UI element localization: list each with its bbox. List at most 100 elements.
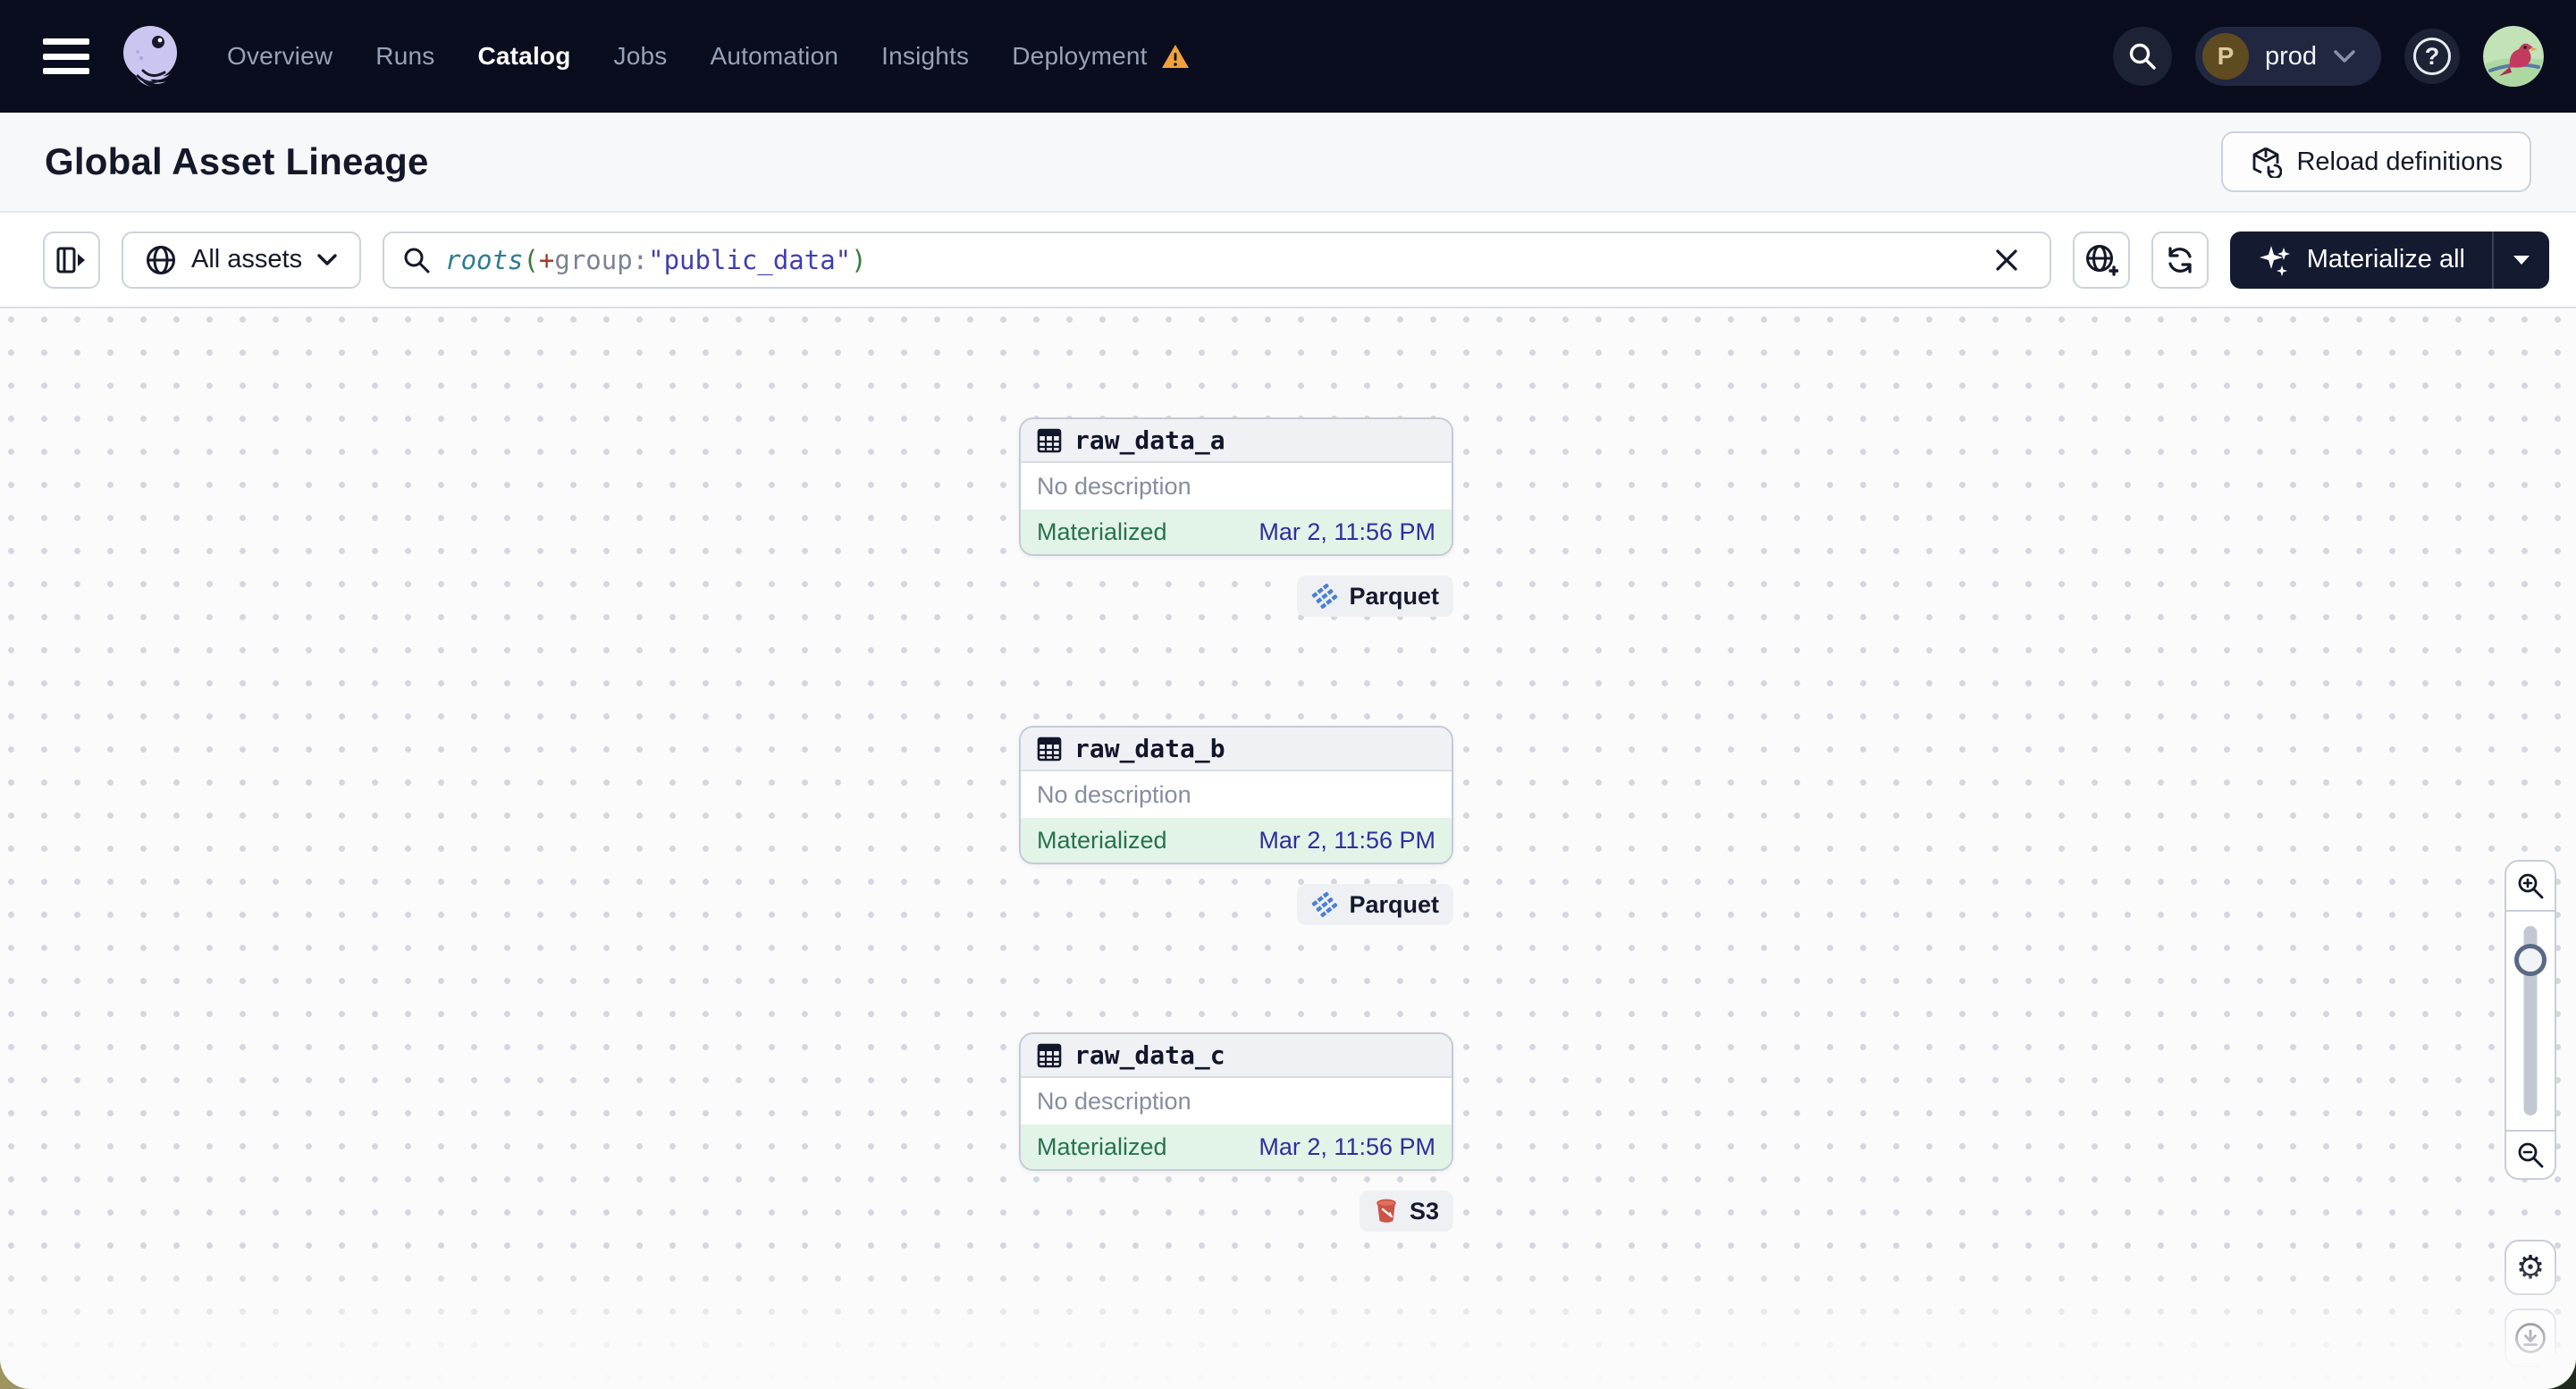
materialization-timestamp[interactable]: Mar 2, 11:56 PM	[1259, 518, 1435, 546]
query-open-paren: (	[523, 244, 539, 275]
s3-bucket-icon	[1376, 1199, 1396, 1223]
nav-item-overview[interactable]: Overview	[227, 42, 333, 71]
asset-node-raw_data_a: raw_data_a No description Materialized M…	[1019, 417, 1453, 617]
graph-settings-button[interactable]: ⚙	[2504, 1240, 2556, 1295]
globe-plus-icon	[2085, 244, 2118, 276]
asset-status-bar: Materialized Mar 2, 11:56 PM	[1021, 1124, 1452, 1169]
materialize-options-button[interactable]	[2492, 231, 2549, 289]
open-side-panel-button[interactable]	[43, 231, 100, 289]
window-corner-bottom-left	[0, 1353, 36, 1389]
deployment-initial-badge: P	[2201, 33, 2249, 80]
asset-scope-dropdown[interactable]: All assets	[122, 231, 362, 289]
asset-card-header: raw_data_b	[1021, 728, 1452, 771]
asset-card[interactable]: raw_data_c No description Materialized M…	[1019, 1032, 1453, 1171]
kind-tag-parquet[interactable]: Parquet	[1297, 884, 1453, 925]
parquet-icon	[1312, 583, 1338, 610]
reload-definitions-label: Reload definitions	[2296, 147, 2503, 176]
nav-links: Overview Runs Catalog Jobs Automation In…	[227, 42, 1191, 71]
lineage-canvas[interactable]: raw_data_a No description Materialized M…	[0, 310, 2576, 1389]
view-global-lineage-button[interactable]	[2072, 231, 2130, 289]
asset-card[interactable]: raw_data_a No description Materialized M…	[1019, 417, 1453, 556]
nav-item-catalog[interactable]: Catalog	[477, 42, 570, 71]
query-value: "public_data"	[648, 244, 852, 275]
close-icon	[1996, 248, 2017, 271]
search-icon	[2129, 43, 2156, 70]
deployment-switcher[interactable]: P prod	[2194, 27, 2381, 86]
asset-node-raw_data_b: raw_data_b No description Materialized M…	[1019, 726, 1453, 925]
kind-tag-label: S3	[1409, 1197, 1439, 1225]
globe-icon	[147, 245, 175, 274]
materialization-timestamp[interactable]: Mar 2, 11:56 PM	[1259, 827, 1435, 854]
warning-triangle-icon	[1161, 45, 1189, 68]
global-search-button[interactable]	[2112, 27, 2172, 86]
nav-right-cluster: P prod ?	[2112, 26, 2544, 87]
query-function: roots	[445, 244, 524, 275]
panel-toggle-icon	[56, 247, 85, 273]
sparkles-icon	[2259, 245, 2290, 276]
table-icon	[1037, 1043, 1062, 1067]
clear-query-button[interactable]	[1982, 235, 2032, 285]
zoom-control-group	[2504, 860, 2556, 1180]
materialize-split-button: Materialize all	[2229, 231, 2549, 289]
asset-description: No description	[1021, 463, 1452, 509]
asset-node-raw_data_c: raw_data_c No description Materialized M…	[1019, 1032, 1453, 1232]
cardinal-bird-avatar-image	[2483, 26, 2544, 87]
kind-tag-parquet[interactable]: Parquet	[1297, 576, 1453, 617]
dagster-logo[interactable]	[116, 22, 184, 90]
refresh-icon	[2168, 246, 2192, 274]
user-avatar[interactable]	[2483, 26, 2544, 87]
asset-description: No description	[1021, 771, 1452, 818]
materialized-status: Materialized	[1037, 1132, 1167, 1160]
materialized-status: Materialized	[1037, 826, 1167, 854]
materialize-all-button[interactable]: Materialize all	[2230, 232, 2492, 289]
asset-scope-label: All assets	[191, 245, 303, 274]
asset-selection-input[interactable]: roots(+group:"public_data")	[383, 231, 2051, 289]
reload-code-location-icon	[2253, 147, 2283, 178]
zoom-slider[interactable]	[2506, 912, 2555, 1130]
table-icon	[1037, 428, 1062, 452]
top-navigation-bar: Overview Runs Catalog Jobs Automation In…	[0, 0, 2576, 113]
search-icon	[404, 248, 430, 273]
zoom-out-button[interactable]	[2506, 1130, 2555, 1178]
parquet-icon	[1312, 891, 1338, 918]
asset-card-header: raw_data_a	[1021, 419, 1452, 463]
chevron-down-icon	[317, 254, 337, 265]
gear-icon: ⚙	[2515, 1249, 2546, 1285]
nav-item-runs[interactable]: Runs	[375, 42, 434, 71]
hamburger-menu-icon[interactable]	[43, 38, 89, 74]
zoom-out-icon	[2518, 1142, 2544, 1168]
asset-card[interactable]: raw_data_b No description Materialized M…	[1019, 726, 1453, 864]
page-header: Global Asset Lineage Reload definitions	[0, 113, 2576, 213]
refresh-graph-button[interactable]	[2151, 231, 2209, 289]
page-title: Global Asset Lineage	[45, 140, 429, 182]
lineage-toolbar: All assets roots(+group:"public_data") M…	[0, 213, 2576, 308]
help-button[interactable]: ?	[2404, 29, 2460, 84]
query-colon: :	[632, 244, 649, 275]
reload-definitions-button[interactable]: Reload definitions	[2221, 131, 2531, 192]
query-key: group	[554, 244, 633, 275]
nav-item-jobs[interactable]: Jobs	[614, 42, 668, 71]
asset-selection-query[interactable]: roots(+group:"public_data")	[445, 245, 1967, 275]
caret-down-icon	[2513, 255, 2530, 265]
materialized-status: Materialized	[1037, 518, 1167, 545]
asset-description: No description	[1021, 1078, 1452, 1124]
table-icon	[1037, 737, 1062, 761]
asset-status-bar: Materialized Mar 2, 11:56 PM	[1021, 509, 1452, 554]
zoom-in-icon	[2518, 873, 2544, 899]
nav-item-deployment[interactable]: Deployment	[1012, 42, 1190, 71]
kind-tag-label: Parquet	[1349, 890, 1439, 918]
asset-status-bar: Materialized Mar 2, 11:56 PM	[1021, 818, 1452, 863]
nav-item-insights[interactable]: Insights	[881, 42, 969, 71]
kind-tag-s3[interactable]: S3	[1359, 1191, 1453, 1232]
canvas-bottom-fade	[0, 1255, 2576, 1389]
zoom-in-button[interactable]	[2506, 862, 2555, 912]
deployment-name: prod	[2264, 41, 2317, 71]
zoom-slider-thumb[interactable]	[2514, 944, 2547, 976]
asset-card-header: raw_data_c	[1021, 1034, 1452, 1078]
nav-item-automation[interactable]: Automation	[711, 42, 839, 71]
materialize-all-label: Materialize all	[2306, 245, 2465, 274]
asset-name: raw_data_c	[1074, 1040, 1225, 1070]
materialization-timestamp[interactable]: Mar 2, 11:56 PM	[1259, 1133, 1435, 1161]
kind-tag-label: Parquet	[1349, 582, 1439, 610]
query-plus: +	[538, 244, 555, 275]
